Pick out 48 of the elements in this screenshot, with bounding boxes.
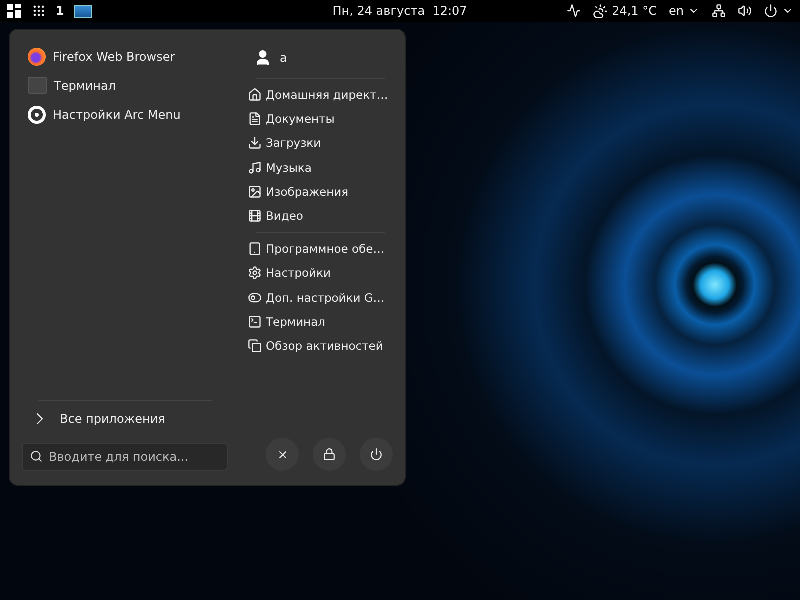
user-item[interactable]: a <box>240 42 401 74</box>
app-item[interactable]: Настройки Arc Menu <box>22 100 228 129</box>
clock[interactable]: Пн, 24 августа 12:07 <box>332 4 468 18</box>
menu-icon[interactable] <box>6 3 22 19</box>
search-field[interactable]: Вводите для поиска... <box>22 443 228 471</box>
film-icon <box>248 209 262 224</box>
windows-icon <box>248 338 262 353</box>
menu-item[interactable]: Терминал <box>240 310 326 334</box>
search-icon <box>30 450 43 463</box>
gear-icon <box>248 266 262 280</box>
all-apps-item[interactable]: Все приложения <box>22 405 228 433</box>
workspace-indicator[interactable]: 1 <box>56 4 64 18</box>
menu-item[interactable]: Загрузки <box>240 131 322 156</box>
user-icon <box>254 49 272 67</box>
house-icon <box>248 88 262 102</box>
volume-icon[interactable] <box>738 4 752 18</box>
power-button[interactable] <box>360 438 393 471</box>
menu-item[interactable]: Настройки <box>240 261 331 286</box>
close-icon <box>276 448 288 460</box>
ring-icon <box>28 106 46 124</box>
apps-grid-icon[interactable] <box>32 4 46 18</box>
app-item[interactable]: Firefox Web Browser <box>22 42 228 71</box>
toggle-icon <box>248 290 262 305</box>
network-icon[interactable] <box>712 4 726 18</box>
menu-item[interactable]: Музыка <box>240 156 312 180</box>
keyboard-layout[interactable]: en <box>669 4 684 18</box>
picture-icon <box>248 184 262 199</box>
tablet-icon <box>248 242 262 256</box>
monitor-icon[interactable] <box>567 4 582 18</box>
menu-item[interactable]: Домашняя директ… <box>240 83 388 108</box>
download-icon <box>248 136 262 150</box>
weather-icon <box>593 4 608 18</box>
menu-item[interactable]: Видео <box>240 204 304 228</box>
lock-icon <box>323 448 336 461</box>
lock-button[interactable] <box>313 438 346 471</box>
power-icon <box>370 448 383 461</box>
browser-icon <box>28 48 46 66</box>
app-item[interactable]: Терминал <box>22 71 228 100</box>
music-note-icon <box>248 160 262 175</box>
window-thumbnail[interactable] <box>74 4 92 18</box>
weather-temperature[interactable]: 24,1 °C <box>612 4 658 18</box>
menu-item[interactable]: Программное обе… <box>240 237 385 262</box>
menu-item[interactable]: Изображения <box>240 180 349 204</box>
document-icon <box>248 112 262 126</box>
menu-item[interactable]: Обзор активностей <box>240 334 384 358</box>
power-icon[interactable] <box>764 4 778 18</box>
menu-item[interactable]: Доп. настройки G… <box>240 286 385 310</box>
menu-item[interactable]: Документы <box>240 107 335 132</box>
